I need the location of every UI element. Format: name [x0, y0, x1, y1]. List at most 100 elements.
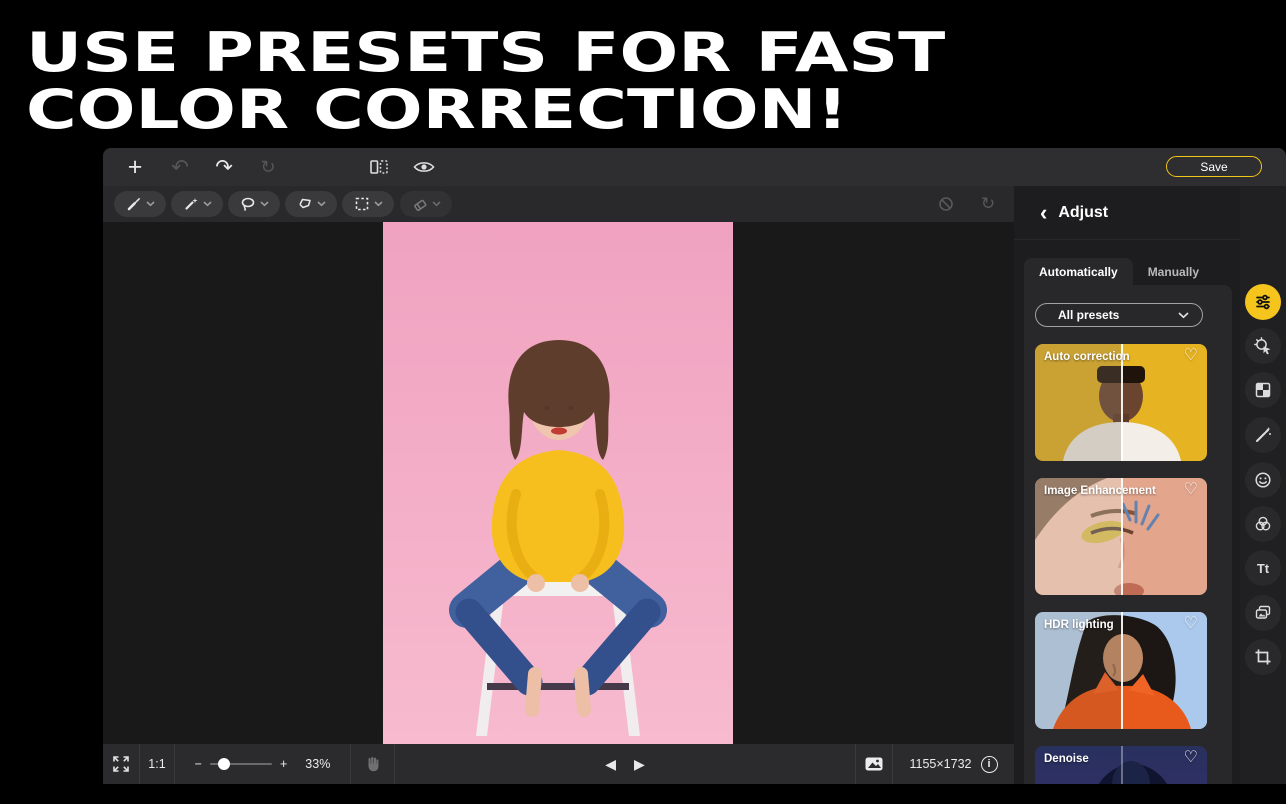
preset-filter-select[interactable]: All presets — [1035, 303, 1203, 327]
zoom-slider-knob[interactable] — [218, 758, 230, 770]
chevron-down-icon — [317, 201, 326, 207]
stacked-images-icon — [1254, 604, 1272, 622]
preset-label: HDR lighting — [1044, 619, 1114, 631]
image-info-button[interactable] — [856, 744, 892, 784]
chevron-down-icon — [432, 201, 441, 207]
save-button[interactable]: Save — [1166, 156, 1262, 177]
preview-original-button[interactable] — [410, 148, 438, 186]
checkered-square-icon — [1254, 381, 1272, 399]
favorite-heart-icon[interactable]: ♡ — [1184, 348, 1198, 364]
preset-label: Denoise — [1044, 753, 1089, 765]
polygonal-lasso-tool-button[interactable] — [285, 191, 337, 217]
presets-panel-content: All presets — [1024, 285, 1232, 784]
actual-size-button[interactable]: 1:1 — [140, 744, 174, 784]
canvas-photo[interactable] — [383, 222, 733, 744]
undo-button[interactable]: ↶ — [166, 148, 194, 186]
sidebar-effects-button[interactable] — [1245, 506, 1281, 542]
panel-header: ‹ Adjust — [1014, 186, 1240, 240]
marquee-selection-tool-button[interactable] — [342, 191, 394, 217]
back-chevron-icon[interactable]: ‹ — [1038, 202, 1049, 224]
before-after-split — [1121, 746, 1123, 784]
chevron-down-icon — [203, 201, 212, 207]
adjust-panel: ‹ Adjust Automatically Manually All pres… — [1014, 186, 1240, 784]
top-toolbar: + ↶ ↷ ↻ Save — [103, 148, 1286, 186]
fullscreen-icon — [112, 755, 130, 773]
zoom-controls: − + 33% — [175, 744, 350, 784]
headline: USE PRESETS FOR FAST COLOR CORRECTION! — [26, 24, 945, 138]
canvas-column: ↻ — [103, 186, 1014, 784]
click-cursor-icon — [1254, 337, 1272, 355]
text-tool-icon: Tt — [1257, 561, 1269, 576]
panel-title: Adjust — [1058, 204, 1108, 222]
redo-button[interactable]: ↷ — [210, 148, 238, 186]
compare-icon — [369, 158, 389, 176]
hand-tool-button[interactable] — [351, 744, 394, 784]
reset-button[interactable]: ↻ — [254, 148, 282, 186]
before-after-split — [1121, 612, 1123, 729]
zoom-out-button[interactable]: − — [195, 744, 202, 784]
sidebar-overlay-images-button[interactable] — [1245, 595, 1281, 631]
info-icon[interactable]: i — [981, 756, 998, 773]
hand-icon — [364, 755, 382, 773]
effects-circles-icon — [1254, 515, 1272, 533]
image-dimensions-value: 1155×1732 — [910, 757, 972, 771]
favorite-heart-icon[interactable]: ♡ — [1184, 616, 1198, 632]
sidebar-stickers-button[interactable] — [1245, 462, 1281, 498]
magic-wand-icon — [183, 196, 199, 212]
sidebar-retouch-button[interactable] — [1245, 417, 1281, 453]
next-image-button[interactable]: ▶ — [634, 756, 645, 773]
marquee-icon — [354, 196, 370, 212]
sliders-icon — [1254, 293, 1272, 311]
previous-image-button[interactable]: ◀ — [605, 756, 616, 773]
eraser-icon — [412, 196, 428, 212]
chevron-down-icon — [1178, 312, 1189, 319]
image-icon — [864, 756, 884, 772]
deselect-button[interactable] — [932, 186, 960, 222]
preset-filter-value: All presets — [1058, 308, 1119, 322]
photo-woman-on-stool — [383, 222, 733, 744]
preset-card-denoise[interactable]: Denoise ♡ — [1035, 746, 1207, 784]
tab-manually[interactable]: Manually — [1133, 258, 1214, 285]
image-navigation: ◀ ▶ — [395, 756, 855, 773]
image-dimensions-group: 1155×1732 i — [893, 744, 1014, 784]
favorite-heart-icon[interactable]: ♡ — [1184, 482, 1198, 498]
page: USE PRESETS FOR FAST COLOR CORRECTION! +… — [0, 0, 1286, 804]
panel-tabs: Automatically Manually — [1024, 258, 1240, 285]
sidebar-one-click-enhance-button[interactable] — [1245, 328, 1281, 364]
magic-wand-tool-button[interactable] — [171, 191, 223, 217]
sidebar-text-button[interactable]: Tt — [1245, 550, 1281, 586]
feature-sidebar: Tt — [1240, 186, 1286, 784]
canvas-workspace[interactable] — [103, 222, 1014, 744]
refresh-selection-button[interactable]: ↻ — [974, 186, 1002, 222]
sidebar-background-button[interactable] — [1245, 372, 1281, 408]
status-bar: 1:1 − + 33% — [103, 744, 1014, 784]
zoom-slider[interactable] — [210, 763, 272, 765]
smiley-icon — [1254, 471, 1272, 489]
zoom-level-value: 33% — [305, 757, 330, 771]
compare-before-after-button[interactable] — [365, 148, 393, 186]
preset-label: Auto correction — [1044, 351, 1130, 363]
lasso-tool-button[interactable] — [228, 191, 280, 217]
sidebar-crop-button[interactable] — [1245, 639, 1281, 675]
chevron-down-icon — [374, 201, 383, 207]
crop-icon — [1254, 648, 1272, 666]
preset-card-auto-correction[interactable]: Auto correction ♡ — [1035, 344, 1207, 461]
tab-automatically[interactable]: Automatically — [1024, 258, 1133, 285]
retouch-wand-icon — [1254, 426, 1272, 444]
chevron-down-icon — [146, 201, 155, 207]
eye-icon — [413, 160, 435, 174]
preset-card-hdr-lighting[interactable]: HDR lighting ♡ — [1035, 612, 1207, 729]
preset-label: Image Enhancement — [1044, 485, 1156, 497]
eraser-tool-button[interactable] — [400, 191, 452, 217]
fit-to-screen-button[interactable] — [103, 744, 139, 784]
selection-toolbar: ↻ — [103, 186, 1014, 222]
sidebar-adjust-button[interactable] — [1245, 284, 1281, 320]
zoom-in-button[interactable]: + — [280, 744, 287, 784]
editor-window: + ↶ ↷ ↻ Save — [103, 148, 1286, 784]
brush-tool-button[interactable] — [114, 191, 166, 217]
favorite-heart-icon[interactable]: ♡ — [1184, 750, 1198, 766]
add-image-button[interactable]: + — [121, 148, 149, 186]
main-area: ↻ — [103, 186, 1286, 784]
polygonal-lasso-icon — [297, 196, 313, 212]
preset-card-image-enhancement[interactable]: Image Enhancement ♡ — [1035, 478, 1207, 595]
